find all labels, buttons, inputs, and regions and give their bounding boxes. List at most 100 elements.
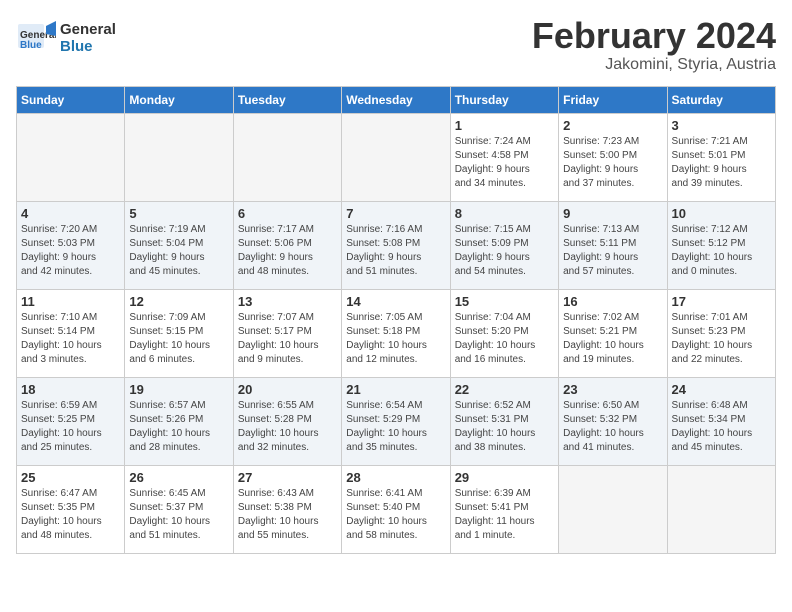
- day-number: 7: [346, 206, 445, 221]
- header-monday: Monday: [125, 86, 233, 113]
- table-cell: 15 Sunrise: 7:04 AM Sunset: 5:20 PM Dayli…: [450, 289, 558, 377]
- day-number: 26: [129, 470, 228, 485]
- table-cell: 8 Sunrise: 7:15 AM Sunset: 5:09 PM Daylig…: [450, 201, 558, 289]
- day-number: 2: [563, 118, 662, 133]
- day-info: Sunrise: 7:13 AM Sunset: 5:11 PM Dayligh…: [563, 223, 662, 279]
- day-number: 16: [563, 294, 662, 309]
- logo: General Blue General Blue: [16, 16, 116, 61]
- day-info: Sunrise: 6:55 AM Sunset: 5:28 PM Dayligh…: [238, 399, 337, 455]
- header-thursday: Thursday: [450, 86, 558, 113]
- day-info: Sunrise: 7:10 AM Sunset: 5:14 PM Dayligh…: [21, 311, 120, 367]
- page-header: General Blue General Blue February 2024 …: [16, 16, 776, 74]
- calendar-table: SundayMondayTuesdayWednesdayThursdayFrid…: [16, 86, 776, 554]
- day-info: Sunrise: 6:47 AM Sunset: 5:35 PM Dayligh…: [21, 487, 120, 543]
- table-cell: 20 Sunrise: 6:55 AM Sunset: 5:28 PM Dayli…: [233, 377, 341, 465]
- title-area: February 2024 Jakomini, Styria, Austria: [532, 16, 776, 74]
- table-cell: 7 Sunrise: 7:16 AM Sunset: 5:08 PM Daylig…: [342, 201, 450, 289]
- table-cell: 22Sunrise: 6:52 AM Sunset: 5:31 PM Dayli…: [450, 377, 558, 465]
- day-info: Sunrise: 7:17 AM Sunset: 5:06 PM Dayligh…: [238, 223, 337, 279]
- table-cell: 29 Sunrise: 6:39 AM Sunset: 5:41 PM Dayli…: [450, 465, 558, 553]
- day-info: Sunrise: 7:04 AM Sunset: 5:20 PM Dayligh…: [455, 311, 554, 367]
- day-number: 19: [129, 382, 228, 397]
- day-number: 4: [21, 206, 120, 221]
- day-info: Sunrise: 6:52 AM Sunset: 5:31 PM Dayligh…: [455, 399, 554, 455]
- day-info: Sunrise: 7:09 AM Sunset: 5:15 PM Dayligh…: [129, 311, 228, 367]
- day-info: Sunrise: 6:48 AM Sunset: 5:34 PM Dayligh…: [672, 399, 771, 455]
- table-cell: [559, 465, 667, 553]
- day-number: 20: [238, 382, 337, 397]
- day-info: Sunrise: 7:21 AM Sunset: 5:01 PM Dayligh…: [672, 135, 771, 191]
- day-info: Sunrise: 6:45 AM Sunset: 5:37 PM Dayligh…: [129, 487, 228, 543]
- table-cell: 9 Sunrise: 7:13 AM Sunset: 5:11 PM Daylig…: [559, 201, 667, 289]
- svg-text:Blue: Blue: [20, 40, 42, 51]
- week-row-3: 11Sunrise: 7:10 AM Sunset: 5:14 PM Dayli…: [17, 289, 776, 377]
- day-number: 29: [455, 470, 554, 485]
- day-number: 28: [346, 470, 445, 485]
- day-info: Sunrise: 6:50 AM Sunset: 5:32 PM Dayligh…: [563, 399, 662, 455]
- table-cell: 27 Sunrise: 6:43 AM Sunset: 5:38 PM Dayli…: [233, 465, 341, 553]
- table-cell: [233, 113, 341, 201]
- day-number: 9: [563, 206, 662, 221]
- day-number: 8: [455, 206, 554, 221]
- day-number: 27: [238, 470, 337, 485]
- table-cell: 17Sunrise: 7:01 AM Sunset: 5:23 PM Dayli…: [667, 289, 775, 377]
- day-info: Sunrise: 6:43 AM Sunset: 5:38 PM Dayligh…: [238, 487, 337, 543]
- day-number: 5: [129, 206, 228, 221]
- day-number: 18: [21, 382, 120, 397]
- table-cell: 12 Sunrise: 7:09 AM Sunset: 5:15 PM Dayli…: [125, 289, 233, 377]
- day-number: 15: [455, 294, 554, 309]
- day-number: 14: [346, 294, 445, 309]
- header-sunday: Sunday: [17, 86, 125, 113]
- day-number: 1: [455, 118, 554, 133]
- day-info: Sunrise: 7:16 AM Sunset: 5:08 PM Dayligh…: [346, 223, 445, 279]
- day-number: 13: [238, 294, 337, 309]
- table-cell: 13Sunrise: 7:07 AM Sunset: 5:17 PM Dayli…: [233, 289, 341, 377]
- month-title: February 2024: [532, 16, 776, 56]
- week-row-1: 1 Sunrise: 7:24 AM Sunset: 4:58 PM Daylig…: [17, 113, 776, 201]
- table-cell: 26 Sunrise: 6:45 AM Sunset: 5:37 PM Dayli…: [125, 465, 233, 553]
- header-saturday: Saturday: [667, 86, 775, 113]
- table-cell: 3 Sunrise: 7:21 AM Sunset: 5:01 PM Daylig…: [667, 113, 775, 201]
- logo-blue-text: Blue: [60, 39, 116, 56]
- table-cell: 2 Sunrise: 7:23 AM Sunset: 5:00 PM Daylig…: [559, 113, 667, 201]
- table-cell: 28 Sunrise: 6:41 AM Sunset: 5:40 PM Dayli…: [342, 465, 450, 553]
- table-cell: 24Sunrise: 6:48 AM Sunset: 5:34 PM Dayli…: [667, 377, 775, 465]
- day-number: 12: [129, 294, 228, 309]
- header-tuesday: Tuesday: [233, 86, 341, 113]
- day-info: Sunrise: 7:23 AM Sunset: 5:00 PM Dayligh…: [563, 135, 662, 191]
- day-info: Sunrise: 7:15 AM Sunset: 5:09 PM Dayligh…: [455, 223, 554, 279]
- day-info: Sunrise: 7:01 AM Sunset: 5:23 PM Dayligh…: [672, 311, 771, 367]
- day-number: 6: [238, 206, 337, 221]
- table-cell: [342, 113, 450, 201]
- table-cell: 21 Sunrise: 6:54 AM Sunset: 5:29 PM Dayli…: [342, 377, 450, 465]
- header-wednesday: Wednesday: [342, 86, 450, 113]
- day-info: Sunrise: 7:19 AM Sunset: 5:04 PM Dayligh…: [129, 223, 228, 279]
- day-info: Sunrise: 6:41 AM Sunset: 5:40 PM Dayligh…: [346, 487, 445, 543]
- weekday-header-row: SundayMondayTuesdayWednesdayThursdayFrid…: [17, 86, 776, 113]
- day-info: Sunrise: 6:57 AM Sunset: 5:26 PM Dayligh…: [129, 399, 228, 455]
- table-cell: 6 Sunrise: 7:17 AM Sunset: 5:06 PM Daylig…: [233, 201, 341, 289]
- location-title: Jakomini, Styria, Austria: [532, 56, 776, 74]
- day-number: 10: [672, 206, 771, 221]
- table-cell: [17, 113, 125, 201]
- day-info: Sunrise: 7:24 AM Sunset: 4:58 PM Dayligh…: [455, 135, 554, 191]
- table-cell: 23 Sunrise: 6:50 AM Sunset: 5:32 PM Dayli…: [559, 377, 667, 465]
- table-cell: 18 Sunrise: 6:59 AM Sunset: 5:25 PM Dayli…: [17, 377, 125, 465]
- day-info: Sunrise: 6:54 AM Sunset: 5:29 PM Dayligh…: [346, 399, 445, 455]
- header-friday: Friday: [559, 86, 667, 113]
- day-number: 21: [346, 382, 445, 397]
- table-cell: 11Sunrise: 7:10 AM Sunset: 5:14 PM Dayli…: [17, 289, 125, 377]
- week-row-2: 4 Sunrise: 7:20 AM Sunset: 5:03 PM Daylig…: [17, 201, 776, 289]
- day-number: 3: [672, 118, 771, 133]
- table-cell: 5 Sunrise: 7:19 AM Sunset: 5:04 PM Daylig…: [125, 201, 233, 289]
- day-info: Sunrise: 7:20 AM Sunset: 5:03 PM Dayligh…: [21, 223, 120, 279]
- logo-graphic: General Blue: [16, 16, 56, 61]
- table-cell: [125, 113, 233, 201]
- day-number: 23: [563, 382, 662, 397]
- table-cell: 14Sunrise: 7:05 AM Sunset: 5:18 PM Dayli…: [342, 289, 450, 377]
- day-info: Sunrise: 6:39 AM Sunset: 5:41 PM Dayligh…: [455, 487, 554, 543]
- table-cell: 4 Sunrise: 7:20 AM Sunset: 5:03 PM Daylig…: [17, 201, 125, 289]
- logo-general-text: General: [60, 22, 116, 39]
- table-cell: 1 Sunrise: 7:24 AM Sunset: 4:58 PM Daylig…: [450, 113, 558, 201]
- day-info: Sunrise: 6:59 AM Sunset: 5:25 PM Dayligh…: [21, 399, 120, 455]
